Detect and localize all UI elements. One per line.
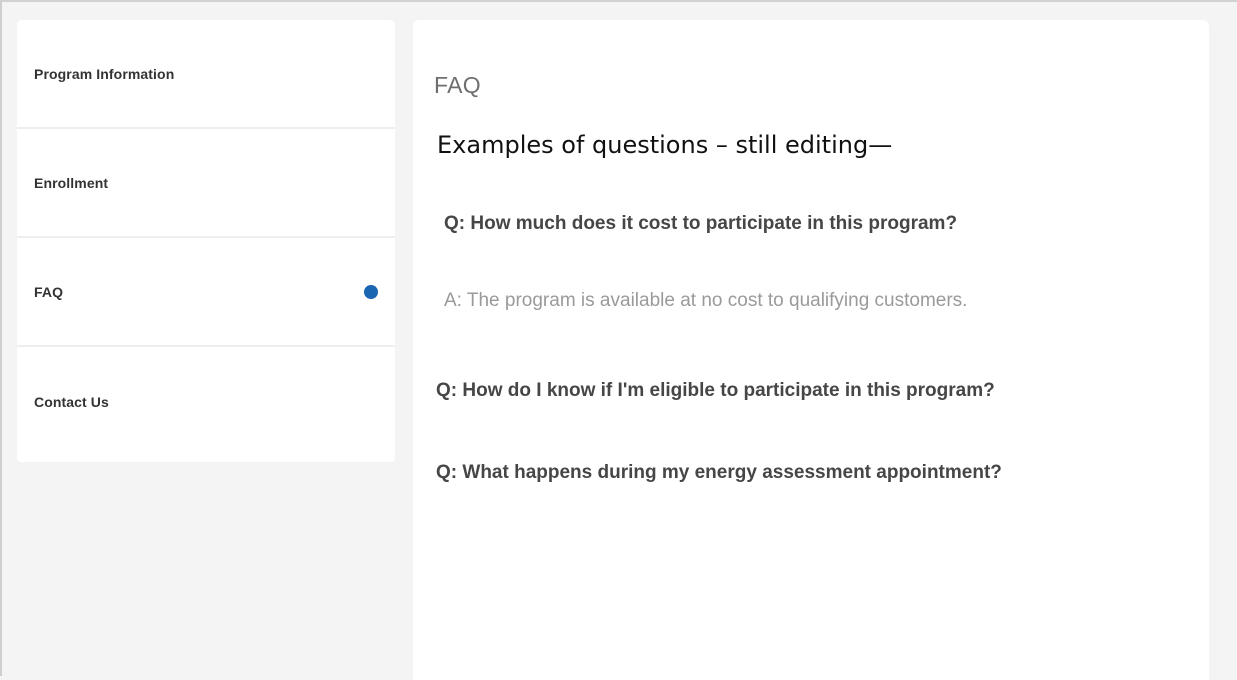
faq-panel: FAQ Examples of questions – still editin…: [413, 20, 1209, 680]
sidebar-item-program-information[interactable]: Program Information: [17, 20, 395, 129]
editing-note: Examples of questions – still editing—: [437, 131, 893, 159]
sidebar-item-label: Program Information: [34, 65, 175, 82]
sidebar-item-label: Enrollment: [34, 174, 109, 191]
faq-question-eligibility[interactable]: Q: How do I know if I'm eligible to part…: [436, 380, 995, 402]
sidebar-nav: Program Information Enrollment FAQ Conta…: [17, 20, 395, 462]
sidebar-item-enrollment[interactable]: Enrollment: [17, 129, 395, 238]
sidebar-item-label: Contact Us: [34, 393, 109, 410]
active-dot-icon: [364, 284, 378, 299]
faq-question-assessment[interactable]: Q: What happens during my energy assessm…: [436, 462, 1002, 484]
window-top-border: [0, 0, 1237, 2]
sidebar-item-contact-us[interactable]: Contact Us: [17, 347, 395, 456]
faq-answer-cost: A: The program is available at no cost t…: [444, 290, 968, 311]
faq-question-cost[interactable]: Q: How much does it cost to participate …: [444, 213, 957, 235]
sidebar-item-faq[interactable]: FAQ: [17, 238, 395, 347]
page-title: FAQ: [434, 72, 481, 98]
sidebar-item-label: FAQ: [34, 283, 64, 300]
right-page-margin: [1209, 20, 1237, 676]
window-left-border: [0, 0, 2, 676]
